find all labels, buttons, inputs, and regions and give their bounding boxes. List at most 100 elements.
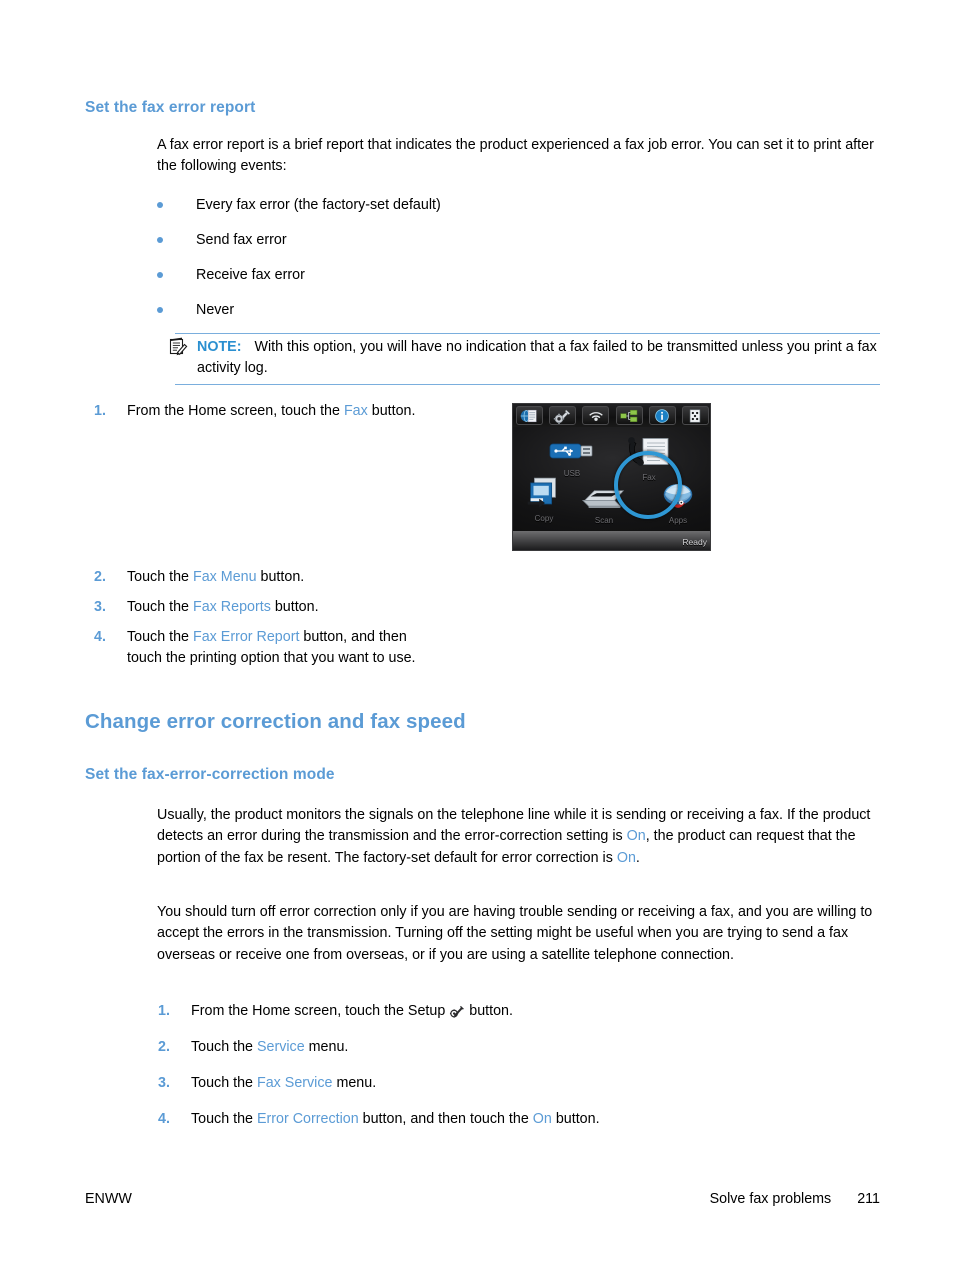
information-icon[interactable]: [648, 406, 676, 425]
control-panel-top-bar: [513, 404, 710, 427]
step-number: 3.: [158, 1075, 170, 1091]
text-run: Touch the: [127, 629, 193, 645]
step-number: 4.: [94, 629, 106, 645]
text-run: From the Home screen, touch the: [127, 403, 344, 419]
ui-term: Fax Error Report: [192, 629, 300, 645]
note-callout: NOTE: With this option, you will have no …: [169, 333, 880, 385]
footer-left-label: ENWW: [85, 1191, 132, 1207]
step-number: 2.: [94, 569, 106, 585]
bullet-dot-icon: [157, 272, 163, 278]
section-heading-change-error-correction: Change error correction and fax speed: [85, 710, 466, 733]
note-label: NOTE:: [197, 339, 242, 355]
text-run: .: [635, 849, 640, 866]
setup-gear-icon: [449, 1002, 465, 1018]
list-item-label: Send fax error: [196, 232, 287, 248]
section-subheading-fax-error-correction-mode: Set the fax-error-correction mode: [85, 766, 335, 783]
step-text: Touch the Fax Error Report button, and t…: [127, 627, 427, 668]
bullet-dot-icon: [157, 307, 163, 313]
home-tile-usb[interactable]: USB: [544, 439, 600, 478]
ordered-step: 4. Touch the Fax Error Report button, an…: [94, 627, 454, 668]
page-number: 211: [857, 1191, 880, 1207]
ui-term: On: [626, 828, 646, 845]
fax-highlight-ring-annotation: [614, 451, 682, 519]
step-text: From the Home screen, touch the Fax butt…: [127, 401, 527, 422]
ui-term: On: [532, 1111, 552, 1127]
note-pencil-icon: [168, 336, 188, 356]
text-run: From the Home screen, touch the Setup: [191, 1003, 450, 1019]
note-text: NOTE: With this option, you will have no …: [197, 337, 880, 380]
document-page: Set the fax error report A fax error rep…: [0, 0, 954, 1270]
ui-term: On: [616, 849, 636, 866]
list-item: Every fax error (the factory-set default…: [157, 195, 857, 216]
text-run: Touch the: [191, 1039, 257, 1055]
supplies-icon[interactable]: [681, 406, 709, 425]
copy-icon: [527, 477, 556, 508]
error-correction-paragraph-2: You should turn off error correction onl…: [157, 904, 873, 963]
list-item: Send fax error: [157, 230, 857, 251]
usb-drive-icon: [549, 443, 593, 459]
step-text: From the Home screen, touch the Setup bu…: [191, 1001, 831, 1022]
network-icon[interactable]: [615, 406, 643, 425]
ordered-step: 2. Touch the Service menu.: [158, 1037, 831, 1058]
text-run: Touch the: [127, 599, 193, 615]
control-panel-home-grid: USB Fax Copy Scan Apps: [513, 427, 710, 531]
ordered-step: 2. Touch the Fax Menu button.: [94, 567, 527, 588]
step-number: 1.: [158, 1003, 170, 1019]
text-run: button.: [256, 569, 305, 585]
text-run: Touch the: [191, 1111, 257, 1127]
home-tile-label: Copy: [534, 514, 554, 523]
home-tile-label: Apps: [668, 516, 688, 525]
step-text: Touch the Fax Menu button.: [127, 567, 527, 588]
step-number: 2.: [158, 1039, 170, 1055]
ui-term: Service: [256, 1039, 305, 1055]
list-item-label: Every fax error (the factory-set default…: [196, 197, 441, 213]
home-tile-label: Scan: [594, 516, 614, 525]
list-item: Receive fax error: [157, 265, 857, 286]
error-correction-paragraph-1: Usually, the product monitors the signal…: [157, 805, 879, 869]
bullet-dot-icon: [157, 202, 163, 208]
ui-term: Fax: [343, 403, 368, 419]
bullet-dot-icon: [157, 237, 163, 243]
ui-term: Fax Service: [256, 1075, 333, 1091]
divider: [175, 383, 880, 385]
ordered-step: 1. From the Home screen, touch the Setup…: [158, 1001, 831, 1022]
text-run: button.: [465, 1003, 513, 1019]
status-badge: Ready: [682, 537, 707, 547]
ordered-step: 4. Touch the Error Correction button, an…: [158, 1109, 831, 1130]
step-text: Touch the Error Correction button, and t…: [191, 1109, 831, 1130]
text-run: button.: [367, 403, 416, 419]
note-body: With this option, you will have no indic…: [197, 339, 877, 377]
text-run: Touch the: [191, 1075, 257, 1091]
home-tile-copy[interactable]: Copy: [516, 477, 572, 523]
list-item: Never: [157, 300, 857, 321]
step-text: Touch the Fax Reports button.: [127, 597, 527, 618]
ordered-step: 3. Touch the Fax Service menu.: [158, 1073, 831, 1094]
wireless-signal-icon[interactable]: [582, 406, 610, 425]
ordered-step: 1. From the Home screen, touch the Fax b…: [94, 401, 527, 422]
step-number: 3.: [94, 599, 106, 615]
web-services-icon[interactable]: [516, 406, 543, 425]
ordered-step: 3. Touch the Fax Reports button.: [94, 597, 527, 618]
text-run: Touch the: [127, 569, 193, 585]
ui-term: Error Correction: [256, 1111, 359, 1127]
footer-right-label: Solve fax problems 211: [710, 1191, 880, 1207]
step-text: Touch the Service menu.: [191, 1037, 831, 1058]
step-number: 1.: [94, 403, 106, 419]
ui-term: Fax Reports: [192, 599, 271, 615]
ui-term: Fax Menu: [192, 569, 257, 585]
list-item-label: Never: [196, 302, 235, 318]
text-run: menu.: [304, 1039, 349, 1055]
intro-paragraph: A fax error report is a brief report tha…: [157, 137, 874, 175]
text-run: menu.: [332, 1075, 377, 1091]
step-number: 4.: [158, 1111, 170, 1127]
text-run: button.: [270, 599, 319, 615]
printer-home-screen-image: USB Fax Copy Scan Apps Ready: [512, 403, 711, 551]
text-run: button, and then touch the: [358, 1111, 533, 1127]
setup-wrench-gear-icon[interactable]: [549, 406, 577, 425]
footer-chapter: Solve fax problems: [709, 1191, 832, 1207]
control-panel-status-bar: Ready: [513, 531, 710, 550]
section-heading-fax-error-report: Set the fax error report: [85, 99, 256, 116]
list-item-label: Receive fax error: [196, 267, 305, 283]
step-text: Touch the Fax Service menu.: [191, 1073, 831, 1094]
text-run: button.: [551, 1111, 600, 1127]
